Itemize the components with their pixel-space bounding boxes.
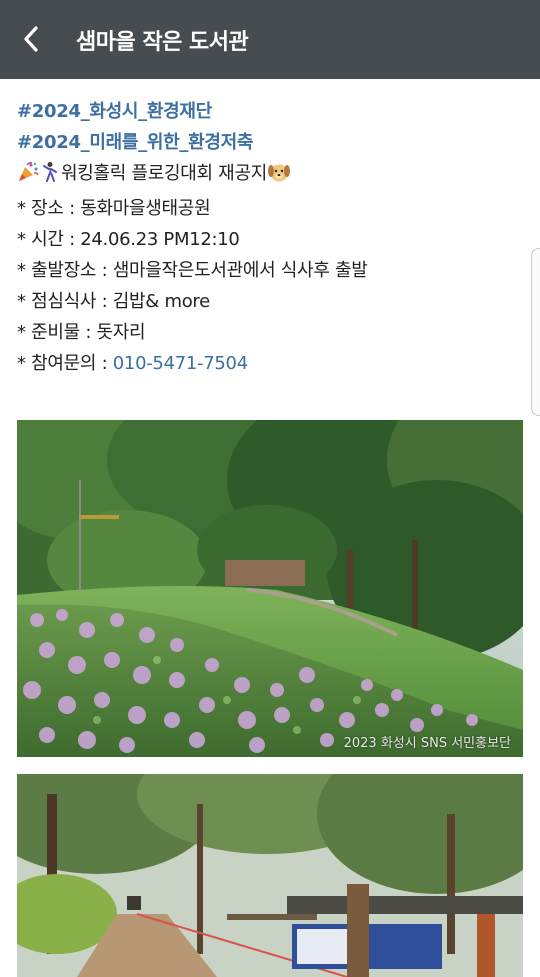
post-photo-park[interactable]: 2023 화성시 SNS 서민홍보단 (17, 420, 523, 757)
dog-face-icon (267, 161, 291, 193)
party-popper-icon (17, 161, 39, 193)
post-body: #2024_화성시_환경재단 #2024_미래를_위한_환경저축 워킹홀릭 플로… (17, 96, 527, 379)
hashtag-link[interactable]: #2024_미래를_위한_환경저축 (17, 132, 253, 153)
detail-supplies: * 준비물 : 돗자리 (17, 322, 146, 343)
top-app-bar: 샘마을 작은 도서관 (0, 0, 540, 79)
headline: 워킹홀릭 플로깅대회 재공지 (17, 158, 527, 193)
phone-link[interactable]: 010-5471-7504 (113, 353, 248, 374)
hashtag-link[interactable]: #2024_화성시_환경재단 (17, 101, 212, 122)
dancer-icon (39, 161, 61, 193)
chevron-left-icon (24, 26, 38, 52)
page-title: 샘마을 작은 도서관 (76, 30, 249, 55)
detail-lunch: * 점심식사 : 김밥& more (17, 291, 210, 312)
detail-time: * 시간 : 24.06.23 PM12:10 (17, 229, 240, 250)
detail-location: * 장소 : 동화마을생태공원 (17, 198, 211, 219)
scroll-handle[interactable] (531, 248, 540, 416)
detail-departure: * 출발장소 : 샘마을작은도서관에서 식사후 출발 (17, 260, 368, 281)
post-photo-trail[interactable] (17, 774, 523, 977)
hashtag-line: #2024_미래를_위한_환경저축 (17, 127, 527, 158)
hashtag-line: #2024_화성시_환경재단 (17, 96, 527, 127)
park-photo-image (17, 420, 523, 757)
trail-photo-image (17, 774, 523, 977)
detail-contact: * 참여문의 : 010-5471-7504 (17, 353, 248, 374)
back-button[interactable] (14, 22, 48, 56)
photo-watermark: 2023 화성시 SNS 서민홍보단 (343, 736, 511, 751)
